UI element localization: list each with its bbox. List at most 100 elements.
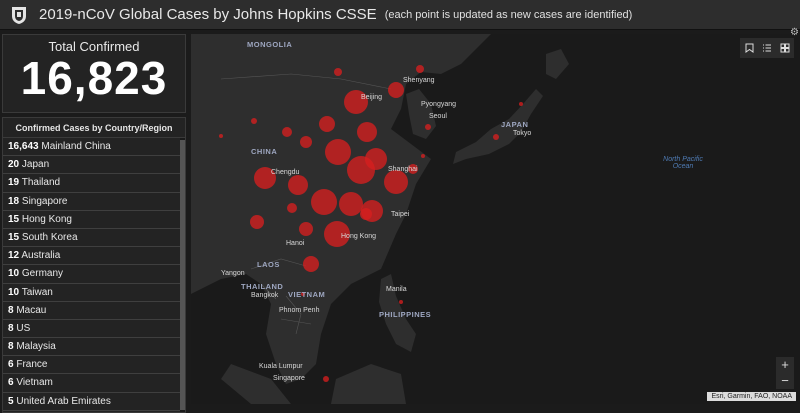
country-list-item[interactable]: 20 Japan [3,156,181,175]
country-name: Australia [19,250,61,262]
case-point[interactable] [347,156,375,184]
case-point[interactable] [250,215,264,229]
country-case-count: 19 [8,177,20,189]
country-name: Singapore [19,195,68,207]
case-point[interactable] [251,118,257,124]
label-vietnam: VIETNAM [288,290,326,299]
case-point[interactable] [334,68,342,76]
legend-list-icon[interactable] [758,38,776,58]
country-name: South Korea [19,231,78,243]
total-confirmed-value: 16,823 [20,52,168,104]
case-point[interactable] [319,116,335,132]
case-point[interactable] [323,376,329,382]
case-point[interactable] [303,256,319,272]
map-view[interactable]: MONGOLIA CHINA JAPAN LAOS THAILAND VIETN… [191,34,800,404]
country-list-item[interactable]: 19 Thailand [3,174,181,193]
country-list-item[interactable]: 8 US [3,320,181,339]
list-scroll-thumb[interactable] [180,140,185,410]
country-list: 16,643 Mainland China 20 Japan 19 Thailand… [3,138,185,411]
label-china: CHINA [251,147,278,156]
label-tokyo: Tokyo [513,130,532,137]
dashboard-subtitle: (each point is updated as new cases are … [384,8,633,21]
country-list-item[interactable]: 5 United Arab Emirates [3,393,181,411]
basemap-gallery-icon[interactable] [776,38,794,58]
label-north-pacific-ocean: North Pacific Ocean [663,156,703,170]
country-case-count: 16,643 [8,141,39,152]
country-case-count: 10 [8,286,20,298]
japan-north [546,49,569,79]
country-list-item[interactable]: 8 Malaysia [3,338,181,357]
country-list-item[interactable]: 12 Australia [3,247,181,266]
country-list-item[interactable]: 10 Germany [3,265,181,284]
zoom-in-button[interactable]: + [776,357,794,373]
header-bar: 2019-nCoV Global Cases by Johns Hopkins … [0,0,800,30]
label-manila: Manila [386,286,407,293]
case-point[interactable] [421,154,425,158]
case-point[interactable] [282,127,292,137]
case-point[interactable] [388,82,404,98]
country-list-item[interactable]: 18 Singapore [3,193,181,211]
case-point[interactable] [519,102,523,106]
label-hongkong: Hong Kong [341,233,377,240]
label-yangon: Yangon [221,270,245,277]
map-attribution[interactable]: Esri, Garmin, FAO, NOAA [707,392,796,401]
case-point[interactable] [219,134,223,138]
country-list-item[interactable]: 15 South Korea [3,229,181,248]
country-case-count: 15 [8,213,20,225]
country-name: Vietnam [13,377,53,389]
country-name: Thailand [19,177,61,189]
label-seoul: Seoul [429,113,447,120]
country-name: US [13,322,31,334]
total-confirmed-panel: Total Confirmed 16,823 [2,34,186,113]
country-name: Taiwan [19,286,53,298]
case-point[interactable] [287,203,297,213]
label-hanoi: Hanoi [286,240,305,247]
country-list-item[interactable]: 15 Hong Kong [3,211,181,229]
case-point[interactable] [325,139,351,165]
label-bangkok: Bangkok [251,292,279,299]
expand-icon[interactable]: ⚙ [790,28,800,38]
map-canvas[interactable] [191,34,800,404]
country-list-heading: Confirmed Cases by Country/Region [3,118,185,138]
country-name: Hong Kong [19,213,72,225]
bookmark-icon[interactable] [740,38,758,58]
label-phnompenh: Phnom Penh [279,307,320,314]
country-list-item[interactable]: 6 Vietnam [3,374,181,393]
label-shenyang: Shenyang [403,77,435,84]
country-case-count: 20 [8,159,20,171]
country-list-panel: Confirmed Cases by Country/Region 16,643… [2,117,186,413]
country-list-item[interactable]: 8 Macau [3,302,181,320]
country-case-count: 18 [8,195,20,207]
label-japan: JAPAN [501,120,529,129]
country-list-item[interactable]: 16,643 Mainland China [3,138,181,157]
zoom-out-button[interactable]: − [776,373,794,389]
case-point[interactable] [311,189,337,215]
label-philippines: PHILIPPINES [379,310,432,319]
case-point[interactable] [288,175,308,195]
case-point[interactable] [299,222,313,236]
country-list-item[interactable]: 6 France [3,356,181,375]
japan-islands [453,89,543,164]
case-point[interactable] [339,192,363,216]
label-mongolia: MONGOLIA [247,40,293,49]
case-point[interactable] [300,136,312,148]
country-name: Japan [19,159,50,171]
case-point[interactable] [360,208,372,220]
case-point[interactable] [399,300,403,304]
case-point[interactable] [357,122,377,142]
case-point[interactable] [416,65,424,73]
label-shanghai: Shanghai [388,166,418,173]
case-point[interactable] [493,134,499,140]
asia-mainland [191,34,800,384]
country-case-count: 10 [8,268,20,280]
label-kualalumpur: Kuala Lumpur [259,363,303,370]
case-point[interactable] [384,170,408,194]
dashboard-title: 2019-nCoV Global Cases by Johns Hopkins … [39,6,377,23]
university-shield-icon [12,6,26,24]
label-pyongyang: Pyongyang [421,101,457,108]
case-point[interactable] [425,124,431,130]
label-chengdu: Chengdu [271,169,300,176]
country-name: Macau [13,304,47,316]
country-name: Mainland China [38,141,111,152]
country-list-item[interactable]: 10 Taiwan [3,284,181,302]
